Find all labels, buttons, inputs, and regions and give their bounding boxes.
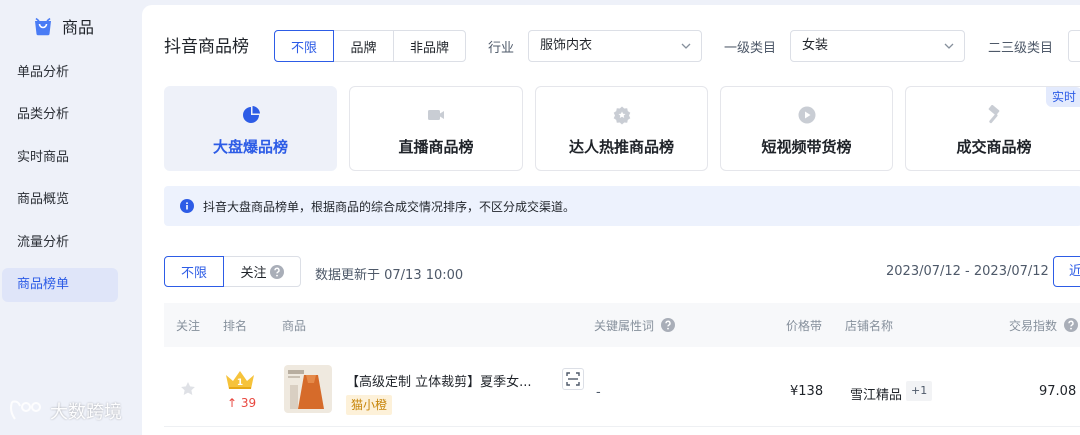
help-icon[interactable] [660,318,675,332]
shopping-bag-icon [35,17,51,36]
pie-chart-icon [242,106,260,123]
watermark-text: 大数跨境 [50,402,122,423]
info-text: 抖音大盘商品榜单，根据商品的综合成交情况排序，不区分成交渠道。 [203,199,576,214]
col-shop: 店铺名称 [845,319,894,333]
table-row[interactable]: 1 ↑ 39 【高级定制 立体裁剪】夏季女... 猫小橙 - ¥138 雪江精品… [164,347,1080,427]
follow-filter-following[interactable]: 关注 [223,256,301,287]
watermark: 大数跨境 [8,398,122,424]
col-keywords: 关键属性词 [594,317,675,334]
board-card-transactions[interactable]: 成交商品榜 实时 [905,86,1080,171]
sidebar-item-product-ranking[interactable]: 商品榜单 [2,268,118,302]
brand-filter-brand[interactable]: 品牌 [333,30,394,62]
page-title: 抖音商品榜 [164,37,249,57]
arrow-up-icon: ↑ [227,396,238,410]
help-icon[interactable] [1063,318,1078,332]
sidebar-item-traffic-analysis[interactable]: 流量分析 [2,226,118,260]
follow-filter-label: 关注 [240,266,267,281]
shop-name[interactable]: 雪江精品 [850,384,902,403]
col-index-label: 交易指数 [1009,319,1058,333]
product-title[interactable]: 【高级定制 立体裁剪】夏季女... [346,371,532,390]
board-card-market-hot[interactable]: 大盘爆品榜 [164,86,337,171]
info-banner: 抖音大盘商品榜单，根据商品的综合成交情况排序，不区分成交渠道。 [164,186,1080,226]
col-index: 交易指数 [1009,317,1078,334]
board-card-label: 成交商品榜 [956,138,1032,156]
board-card-influencer[interactable]: 达人热推商品榜 [535,86,708,171]
trade-index-cell: 97.08 [1039,384,1077,399]
update-time-text: 数据更新于 07/13 10:00 [315,268,464,283]
sidebar: 商品 单品分析 品类分析 实时商品 商品概览 流量分析 商品榜单 大数跨境 [0,0,140,435]
product-image [284,365,332,413]
col-rank: 排名 [223,319,248,333]
help-icon[interactable] [269,264,284,279]
col-follow: 关注 [176,319,201,333]
board-card-label: 大盘爆品榜 [212,138,288,156]
board-card-live[interactable]: 直播商品榜 [349,86,523,171]
product-thumbnail[interactable] [284,365,332,413]
play-icon [798,106,815,124]
chevron-down-icon [681,43,691,49]
category23-select[interactable] [1068,30,1080,62]
price-cell: ¥138 [790,384,824,399]
sidebar-item-single-product[interactable]: 单品分析 [2,56,118,90]
industry-select-value: 服饰内衣 [540,38,593,53]
video-icon [428,110,444,120]
brand-filter-all[interactable]: 不限 [274,30,334,62]
main-panel: 抖音商品榜 不限 品牌 非品牌 行业 服饰内衣 一级类目 女装 二三级类目 大盘… [142,5,1080,435]
product-tag: 猫小橙 [346,395,393,415]
brand-label: 商品 [62,18,95,37]
star-badge-icon [613,106,630,125]
date-range-text[interactable]: 2023/07/12 - 2023/07/12 [886,264,1049,279]
sidebar-brand[interactable]: 商品 [32,14,94,38]
realtime-badge: 实时 [1046,87,1080,107]
recent-range-button[interactable]: 近 [1053,256,1080,287]
category1-select[interactable]: 女装 [790,30,965,62]
col-product: 商品 [282,319,307,333]
board-card-label: 直播商品榜 [398,138,474,156]
category1-label: 一级类目 [724,41,777,56]
category1-select-value: 女装 [802,38,829,53]
board-card-label: 达人热推商品榜 [568,138,674,156]
watermark-logo-icon [10,400,41,420]
sidebar-item-category-analysis[interactable]: 品类分析 [2,98,118,132]
crown-rank-icon: 1 [226,371,254,389]
col-price: 价格带 [786,319,823,333]
rank-number: 1 [237,378,243,388]
info-icon [180,199,194,213]
category23-label: 二三级类目 [988,41,1054,56]
star-icon[interactable] [180,381,196,397]
shop-more-badge[interactable]: +1 [906,381,933,401]
chevron-down-icon [944,43,954,49]
table-header: 关注 排名 商品 关键属性词 价格带 店铺名称 交易指数 [164,303,1080,347]
board-card-short-video[interactable]: 短视频带货榜 [720,86,893,171]
scan-icon [566,372,580,386]
board-card-label: 短视频带货榜 [761,138,852,156]
rank-change: ↑ 39 [227,396,256,410]
hammer-icon [988,105,1000,124]
sidebar-item-product-overview[interactable]: 商品概览 [2,183,118,217]
keywords-cell: - [596,385,601,400]
brand-filter-non-brand[interactable]: 非品牌 [393,30,466,62]
rank-change-value: 39 [240,396,257,410]
industry-select[interactable]: 服饰内衣 [528,30,702,62]
scan-qr-button[interactable] [562,368,584,390]
follow-filter-all[interactable]: 不限 [164,256,224,287]
industry-label: 行业 [488,41,515,56]
sidebar-item-realtime-products[interactable]: 实时商品 [2,141,118,175]
col-keywords-label: 关键属性词 [594,319,655,333]
